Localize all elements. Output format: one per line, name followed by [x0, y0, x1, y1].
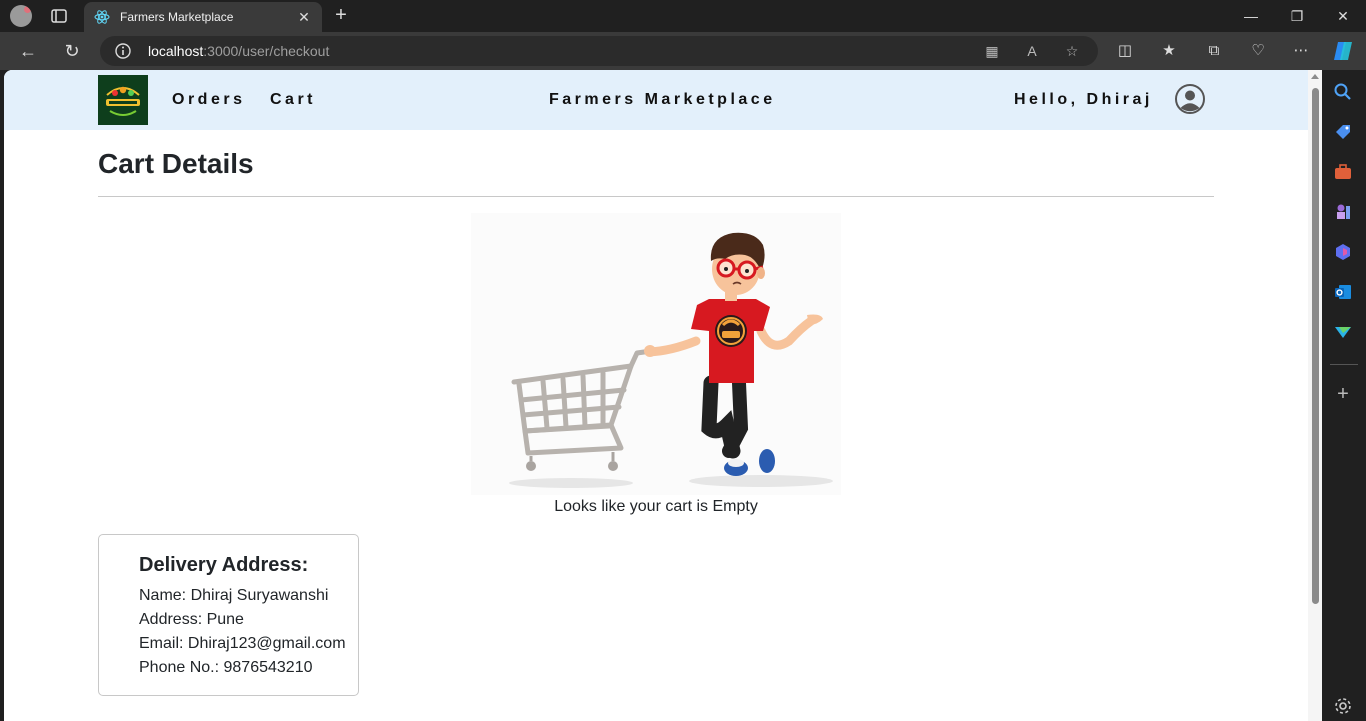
games-chess-icon[interactable]	[1333, 202, 1353, 222]
delivery-address-title: Delivery Address:	[139, 554, 309, 576]
scrollbar-thumb[interactable]	[1312, 88, 1319, 604]
sidebar-settings-gear-icon[interactable]	[1333, 696, 1353, 716]
collections-icon[interactable]: ⧉	[1203, 40, 1225, 62]
page-scrollbar[interactable]	[1308, 70, 1322, 721]
site-brand[interactable]: Farmers Marketplace	[549, 91, 776, 109]
tools-briefcase-icon[interactable]	[1333, 162, 1353, 182]
refresh-icon[interactable]: ↻	[60, 39, 84, 63]
search-icon[interactable]	[1333, 82, 1353, 102]
minimize-icon[interactable]: —	[1228, 0, 1274, 32]
app-available-icon[interactable]: ▦	[982, 41, 1002, 61]
new-tab-button[interactable]: +	[330, 5, 352, 27]
scroll-up-arrow-icon[interactable]	[1311, 74, 1319, 79]
shopping-tag-icon[interactable]	[1333, 122, 1353, 142]
sidebar-divider	[1330, 364, 1358, 365]
farmers-logo[interactable]	[98, 75, 148, 125]
back-arrow-icon[interactable]: ←	[16, 39, 40, 63]
browser-toolbar: ← ↻ localhost:3000/user/checkout ▦ A ☆ ◫…	[0, 32, 1366, 70]
page-viewport: Orders Cart Farmers Marketplace Hello, D…	[4, 70, 1322, 721]
farmers-logo-image	[98, 75, 148, 125]
delivery-address-card: Delivery Address: Name: Dhiraj Suryawans…	[98, 534, 359, 696]
url-path: :3000/user/checkout	[203, 43, 330, 59]
page-title: Cart Details	[98, 148, 254, 179]
address-phone: Phone No.: 9876543210	[139, 659, 313, 676]
outlook-icon[interactable]	[1333, 282, 1353, 302]
address-email: Email: Dhiraj123@gmail.com	[139, 635, 346, 652]
empty-cart-message: Looks like your cart is Empty	[554, 498, 758, 515]
empty-cart-illustration	[471, 213, 841, 495]
browser-tab-bar: Farmers Marketplace ✕ + — ❐ ✕	[0, 0, 1366, 32]
tab-title: Farmers Marketplace	[120, 10, 234, 24]
edge-sidebar: +	[1322, 70, 1366, 721]
url-text: localhost:3000/user/checkout	[148, 43, 329, 59]
browser-essentials-icon[interactable]: ♡	[1247, 40, 1269, 62]
react-favicon-icon	[94, 10, 110, 24]
restore-icon[interactable]: ❐	[1274, 0, 1320, 32]
more-menu-icon[interactable]: ⋯	[1290, 40, 1312, 62]
profile-avatar[interactable]	[10, 5, 32, 27]
nav-orders-link[interactable]: Orders	[172, 91, 245, 109]
address-name: Name: Dhiraj Suryawanshi	[139, 587, 329, 604]
active-tab[interactable]: Farmers Marketplace ✕	[84, 2, 322, 32]
add-sidebar-app-icon[interactable]: +	[1333, 384, 1353, 404]
favorite-star-icon[interactable]: ☆	[1062, 41, 1082, 61]
tab-actions-icon[interactable]	[50, 7, 68, 25]
send-drop-icon[interactable]	[1333, 322, 1353, 342]
microsoft-365-icon[interactable]	[1333, 242, 1353, 262]
user-greeting: Hello, Dhiraj	[1014, 91, 1153, 108]
split-screen-icon[interactable]: ◫	[1114, 40, 1136, 62]
nav-cart-link[interactable]: Cart	[270, 91, 316, 109]
site-info-icon[interactable]	[114, 42, 132, 60]
title-divider	[98, 196, 1214, 197]
close-tab-icon[interactable]: ✕	[294, 7, 314, 27]
read-aloud-icon[interactable]: A	[1022, 41, 1042, 61]
user-profile-icon[interactable]	[1174, 83, 1206, 115]
favorites-icon[interactable]: ★	[1158, 40, 1180, 62]
site-navbar: Orders Cart Farmers Marketplace Hello, D…	[4, 70, 1308, 130]
url-host: localhost	[148, 43, 204, 59]
copilot-icon[interactable]	[1332, 40, 1356, 62]
address-bar[interactable]: localhost:3000/user/checkout ▦ A ☆	[100, 36, 1098, 66]
close-window-icon[interactable]: ✕	[1320, 0, 1366, 32]
address-city: Address: Pune	[139, 611, 244, 628]
